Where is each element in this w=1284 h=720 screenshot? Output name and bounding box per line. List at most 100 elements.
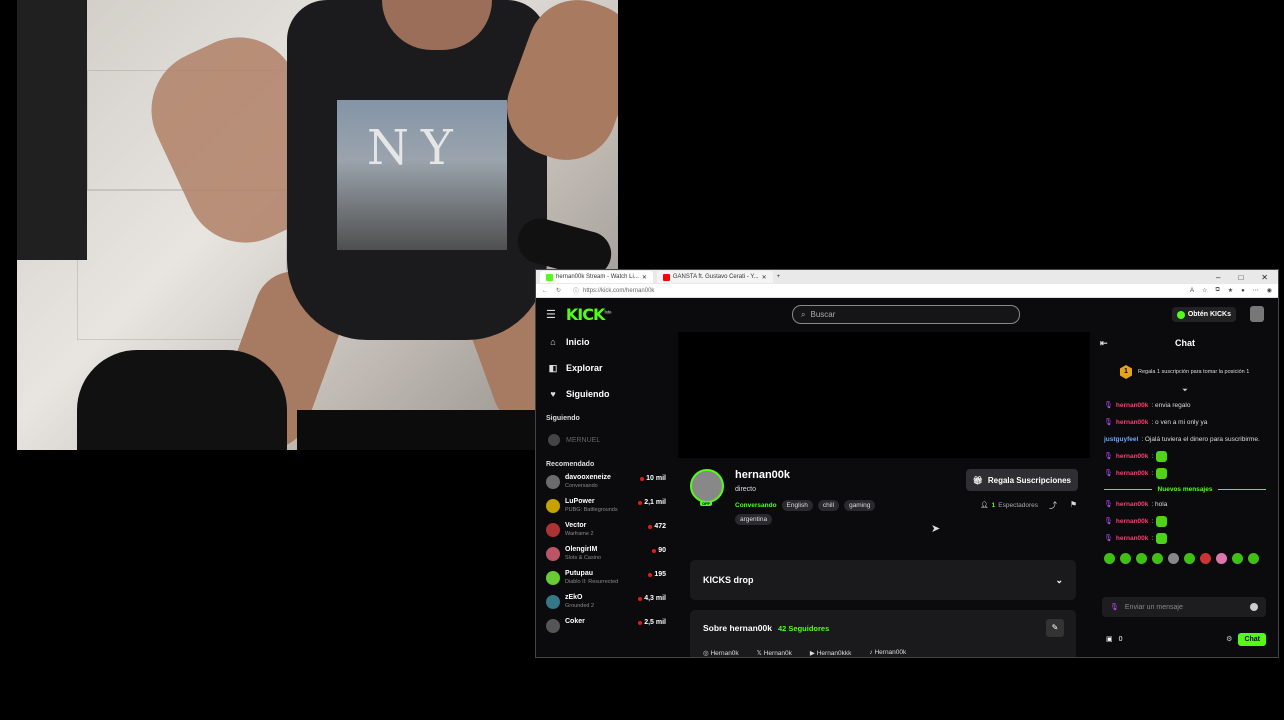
x-link[interactable]: 𝕏 Hernan0k <box>757 649 792 657</box>
user-avatar[interactable] <box>1250 306 1264 322</box>
emote-icon[interactable] <box>1120 553 1131 564</box>
get-kicks-button[interactable]: Obtén KICKs <box>1171 307 1236 322</box>
recommended-channel[interactable]: OlengirIM Slots & Casino 90 <box>536 545 674 569</box>
url-field[interactable]: ⓘ https://kick.com/hernan00k <box>569 286 989 296</box>
extensions-icon[interactable]: ⧉ <box>1215 287 1219 294</box>
emote-icon[interactable] <box>1200 553 1211 564</box>
tab-close-icon[interactable]: ✕ <box>762 274 767 281</box>
copilot-icon[interactable]: ◉ <box>1267 287 1272 294</box>
send-chat-button[interactable]: Chat <box>1238 632 1266 646</box>
favorite-star-icon[interactable]: ☆ <box>1202 287 1207 294</box>
share-icon[interactable]: ⤴ <box>1049 500 1057 511</box>
tag-chip[interactable]: argentina <box>735 514 773 525</box>
tab-youtube[interactable]: GANSTA ft. Gustavo Cerati - Y... ✕ <box>656 271 773 283</box>
video-player[interactable] <box>678 332 1090 458</box>
tag-chip[interactable]: English <box>781 500 813 511</box>
sidebar-item-explorar[interactable]: ◧ Explorar <box>536 355 674 381</box>
microphone-icon: 🎙︎ <box>1104 518 1113 525</box>
tag-chip[interactable]: gaming <box>844 500 876 511</box>
chat-username[interactable]: hernan00k <box>1116 500 1149 509</box>
emote-icon[interactable] <box>1216 553 1227 564</box>
chat-messages-new: 🎙︎ hernan00k: hola 🎙︎ hernan00k: 🎙︎ hernan00… <box>1092 496 1278 547</box>
recommended-channel[interactable]: davooxeneize Conversando 10 mil <box>536 473 674 497</box>
gift-icon: 🎁︎ <box>972 475 983 485</box>
streamer-name[interactable]: hernan00k <box>735 469 790 481</box>
recommended-channel[interactable]: zEkO Grounded 2 4,3 mil <box>536 593 674 617</box>
chat-input[interactable]: 🎙︎ Enviar un mensaje <box>1102 597 1266 617</box>
pinned-text: Regala 1 suscripción para tomar la posic… <box>1138 369 1250 375</box>
kicks-wallet-icon[interactable]: ▣ <box>1106 635 1113 643</box>
divider-line <box>1104 488 1152 490</box>
chat-username[interactable]: hernan00k <box>1116 452 1149 461</box>
social-handle: Hernan00k <box>874 649 907 656</box>
emote-icon[interactable] <box>1232 553 1243 564</box>
search-input[interactable]: ⌕ Buscar <box>792 305 1020 324</box>
emote-icon[interactable] <box>1248 553 1259 564</box>
following-channel[interactable]: MERNUEL <box>536 427 674 453</box>
refresh-icon[interactable]: ↻ <box>556 287 561 294</box>
compass-icon: ◧ <box>548 362 558 373</box>
read-aloud-icon[interactable]: A <box>1190 288 1194 294</box>
recommended-channel[interactable]: Putupau Diablo II: Resurrected 195 <box>536 569 674 593</box>
emote-icon[interactable] <box>1136 553 1147 564</box>
recommended-channel[interactable]: Vector Warframe 2 472 <box>536 521 674 545</box>
chat-username[interactable]: hernan00k <box>1116 469 1149 478</box>
channel-name: Putupau <box>565 570 593 577</box>
streamer-avatar[interactable]: OFF <box>690 469 724 506</box>
channel-category: Diablo II: Resurrected <box>565 579 619 585</box>
emoji-icon[interactable] <box>1250 603 1258 611</box>
tab-kick[interactable]: hernan00k Stream - Watch Li... ✕ <box>540 271 653 283</box>
chat-username[interactable]: justguyfeel <box>1104 435 1138 444</box>
tag-chip[interactable]: chill <box>817 500 840 511</box>
instagram-link[interactable]: ◎ Hernan0k <box>703 649 739 657</box>
emote-icon[interactable] <box>1152 553 1163 564</box>
minimize-button[interactable]: – <box>1216 273 1220 282</box>
tiktok-link[interactable]: ♪ Hernan00k <box>869 649 906 657</box>
chevron-down-icon[interactable]: ⏷ <box>1092 387 1278 397</box>
sidebar-item-siguiendo[interactable]: ♥ Siguiendo <box>536 381 674 407</box>
kick-logo[interactable]: KICKbeta <box>566 305 612 324</box>
collapse-chat-icon[interactable]: ⇤ <box>1100 338 1108 349</box>
kicks-drop-panel[interactable]: KICKS drop ⌄ <box>690 560 1076 600</box>
recommended-channel[interactable]: Coker 2,5 mil <box>536 617 674 641</box>
sidebar-item-inicio[interactable]: ⌂ Inicio <box>536 329 674 355</box>
kicks-balance: 0 <box>1118 635 1123 643</box>
emote-icon <box>1156 468 1168 479</box>
maximize-button[interactable]: □ <box>1238 273 1243 282</box>
new-tab-button[interactable]: + <box>777 274 781 280</box>
microphone-icon: 🎙︎ <box>1104 535 1113 542</box>
youtube-link[interactable]: ▶ Hernan0kkk <box>810 649 852 657</box>
hamburger-menu-icon[interactable]: ☰ <box>546 308 556 321</box>
offline-badge: OFF <box>700 501 712 506</box>
chat-footer: ▣ 0 ⚙ Chat <box>1106 630 1266 648</box>
edit-pencil-icon[interactable]: ✎ <box>1046 619 1064 637</box>
favorites-icon[interactable]: ★ <box>1228 287 1233 294</box>
chat-message: 🎙︎ hernan00k: hola <box>1104 496 1266 513</box>
chat-username[interactable]: hernan00k <box>1116 534 1149 543</box>
channel-avatar <box>546 547 560 561</box>
tab-close-icon[interactable]: ✕ <box>642 274 647 281</box>
more-icon[interactable]: ⋯ <box>1253 287 1259 294</box>
chat-username[interactable]: hernan00k <box>1116 517 1149 526</box>
chat-username[interactable]: hernan00k <box>1116 401 1149 410</box>
emote-icon[interactable] <box>1168 553 1179 564</box>
emote-icon[interactable] <box>1104 553 1115 564</box>
recommended-heading: Recomendado <box>546 461 595 468</box>
profile-icon[interactable]: ● <box>1241 288 1245 294</box>
chat-username[interactable]: hernan00k <box>1116 418 1149 427</box>
followers-count: 42 Seguidores <box>778 624 829 633</box>
close-window-button[interactable]: ✕ <box>1261 273 1268 282</box>
mouse-cursor-icon: ➤ <box>931 523 941 535</box>
pinned-gift-banner[interactable]: 1 Regala 1 suscripción para tomar la pos… <box>1098 357 1272 387</box>
stream-tags: Conversando English chill gaming <box>735 500 935 511</box>
gift-subs-button[interactable]: 🎁︎ Regala Suscripciones <box>965 469 1078 491</box>
gear-icon[interactable]: ⚙ <box>1226 635 1232 643</box>
recommended-channel[interactable]: LuPower PUBG: Battlegrounds 2,1 mil <box>536 497 674 521</box>
emote-icon[interactable] <box>1184 553 1195 564</box>
category-link[interactable]: Conversando <box>735 502 777 509</box>
report-flag-icon[interactable]: ⚑ <box>1070 500 1077 509</box>
back-icon[interactable]: ← <box>542 288 548 294</box>
site-info-icon[interactable]: ⓘ <box>573 286 579 295</box>
viewers-icon: 👤︎ <box>980 502 989 509</box>
url-text: https://kick.com/hernan00k <box>583 287 655 294</box>
